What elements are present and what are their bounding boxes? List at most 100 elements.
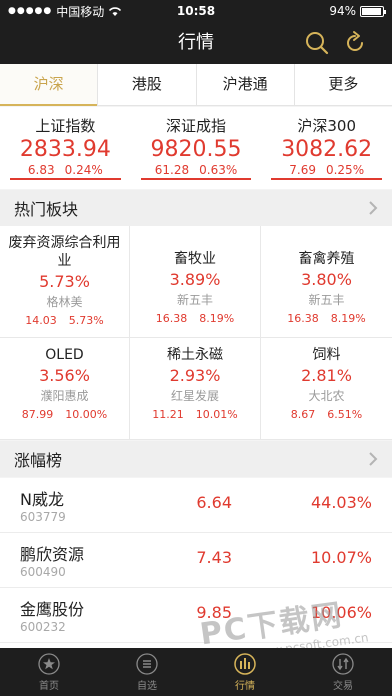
leading-stock-quote: 16.38 8.19% — [261, 312, 392, 325]
refresh-icon[interactable] — [342, 30, 368, 56]
leading-stock: 红星发展 — [170, 389, 219, 403]
index-value: 3082.62 — [281, 137, 373, 162]
tab-label: 自选 — [137, 681, 157, 692]
leading-stock-quote: 11.21 10.01% — [130, 408, 260, 421]
stock-pct: 5.73% — [68, 314, 104, 327]
tab-label: 行情 — [235, 681, 255, 692]
carrier-label: 中国移动 — [56, 4, 105, 19]
status-left: ●●●●● 中国移动 — [8, 3, 122, 20]
index-card-csi300[interactable]: 沪深300 3082.62 7.69 0.25% — [261, 107, 392, 189]
stock-pct: 10.06% — [310, 603, 372, 622]
sector-name: 废弃资源综合利用业 — [8, 235, 121, 269]
stock-price: 16.38 — [155, 312, 188, 325]
stock-name: N威龙 — [20, 490, 64, 509]
sector-pct: 2.93% — [169, 366, 221, 385]
leading-stock: 格林美 — [46, 295, 83, 309]
sector-name: OLED — [45, 347, 84, 363]
index-name: 深证成指 — [166, 117, 227, 135]
stock-price: 11.21 — [152, 408, 184, 421]
tab-label: 首页 — [39, 681, 59, 692]
sector-pct: 2.81% — [301, 366, 352, 385]
index-changes: 61.28 0.63% — [131, 163, 262, 177]
stock-name: 金鹰股份 — [20, 600, 85, 619]
section-title: 热门板块 — [14, 200, 79, 219]
battery-percent: 94% — [329, 4, 356, 18]
page-title: 行情 — [178, 32, 214, 53]
market-icon — [234, 653, 256, 675]
tab-more[interactable]: 更多 — [295, 64, 392, 105]
index-pct: 0.25% — [325, 163, 365, 177]
market-tabs: 沪深 港股 沪港通 更多 — [0, 64, 392, 106]
index-name: 上证指数 — [35, 117, 96, 135]
wifi-icon — [109, 6, 122, 16]
table-row[interactable]: 金鹰股份 600232 9.85 10.06% — [0, 588, 392, 643]
sector-card[interactable]: 畜牧业 3.89% 新五丰 16.38 8.19% — [130, 226, 261, 338]
sector-pct: 3.80% — [301, 270, 352, 289]
hot-sectors-header[interactable]: 热门板块 — [0, 190, 392, 226]
stock-pct: 8.19% — [330, 312, 366, 325]
sector-card[interactable]: 废弃资源综合利用业 5.73% 格林美 14.03 5.73% — [0, 226, 130, 338]
gainers-header[interactable]: 涨幅榜 — [0, 441, 392, 477]
stock-pct: 10.00% — [65, 408, 108, 421]
table-row[interactable]: 鹏欣资源 600490 7.43 10.07% — [0, 533, 392, 588]
stock-price: 8.67 — [290, 408, 316, 421]
search-icon[interactable] — [304, 30, 330, 56]
index-pct: 0.24% — [64, 163, 103, 177]
chevron-right-icon — [369, 452, 378, 466]
tab-watchlist[interactable]: 自选 — [98, 648, 196, 696]
sector-name: 畜禽养殖 — [298, 251, 355, 267]
index-card-szse[interactable]: 深证成指 9820.55 61.28 0.63% — [131, 107, 262, 189]
status-right: 94% — [329, 4, 386, 18]
list-icon — [136, 653, 158, 675]
index-change: 61.28 — [154, 163, 190, 177]
sector-name: 稀土永磁 — [167, 347, 223, 363]
index-value: 2833.94 — [19, 137, 111, 162]
index-pct: 0.63% — [199, 163, 238, 177]
stock-price: 6.64 — [196, 493, 232, 512]
tab-shanghai-hk-connect[interactable]: 沪港通 — [197, 64, 295, 105]
sector-pct: 3.56% — [39, 366, 90, 385]
sector-pct: 5.73% — [39, 272, 90, 291]
stock-code: 600232 — [20, 620, 66, 634]
sector-card[interactable]: OLED 3.56% 濮阳惠成 87.99 10.00% — [0, 338, 130, 440]
stock-pct: 10.01% — [195, 408, 238, 421]
hot-sectors-grid: 废弃资源综合利用业 5.73% 格林美 14.03 5.73% 畜牧业 3.89%… — [0, 226, 392, 440]
index-change: 6.83 — [27, 163, 55, 177]
index-changes: 6.83 0.24% — [0, 163, 131, 177]
stock-price: 14.03 — [25, 314, 57, 327]
stock-price: 87.99 — [21, 408, 54, 421]
tab-hushen[interactable]: 沪深 — [0, 64, 99, 106]
stock-code: 600490 — [20, 565, 66, 579]
stock-price: 16.38 — [287, 312, 319, 325]
tab-trade[interactable]: 交易 — [294, 648, 392, 696]
bottom-tab-bar: 首页 自选 行情 交易 — [0, 648, 392, 696]
index-name: 沪深300 — [297, 117, 356, 135]
sector-card[interactable]: 畜禽养殖 3.80% 新五丰 16.38 8.19% — [261, 226, 392, 338]
tab-hk-stocks[interactable]: 港股 — [98, 64, 197, 105]
table-row[interactable]: N威龙 603779 6.64 44.03% — [0, 478, 392, 533]
sector-card[interactable]: 饲料 2.81% 大北农 8.67 6.51% — [261, 338, 392, 440]
chevron-right-icon — [369, 201, 378, 215]
leading-stock-quote: 8.67 6.51% — [261, 408, 392, 421]
leading-stock-quote: 87.99 10.00% — [0, 408, 129, 421]
stock-pct: 6.51% — [327, 408, 363, 421]
gainers-list: N威龙 603779 6.64 44.03% 鹏欣资源 600490 7.43 … — [0, 478, 392, 648]
leading-stock: 濮阳惠成 — [40, 389, 89, 403]
tab-home[interactable]: 首页 — [0, 648, 98, 696]
leading-stock: 新五丰 — [308, 293, 345, 307]
sector-name: 饲料 — [312, 347, 341, 363]
index-card-sse[interactable]: 上证指数 2833.94 6.83 0.24% — [0, 107, 131, 189]
stock-code: 603779 — [20, 510, 66, 524]
index-underline — [10, 178, 121, 180]
signal-icon: ●●●●● — [8, 6, 53, 16]
sector-card[interactable]: 稀土永磁 2.93% 红星发展 11.21 10.01% — [130, 338, 261, 440]
stock-price: 7.43 — [196, 548, 232, 567]
index-value: 9820.55 — [150, 137, 242, 162]
index-underline — [140, 178, 252, 180]
section-title: 涨幅榜 — [14, 451, 63, 470]
sector-name: 畜牧业 — [174, 251, 216, 267]
tab-market[interactable]: 行情 — [196, 648, 294, 696]
sector-pct: 3.89% — [169, 270, 221, 289]
stock-name: 鹏欣资源 — [20, 545, 85, 564]
battery-icon — [360, 5, 386, 17]
